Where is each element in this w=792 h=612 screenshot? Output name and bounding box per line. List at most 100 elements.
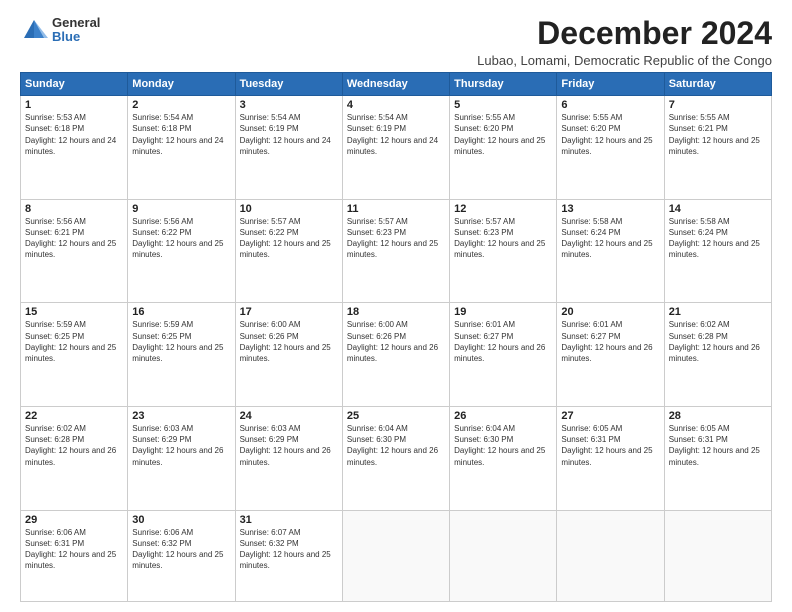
logo-icon <box>20 16 48 44</box>
day-info: Sunrise: 5:59 AM Sunset: 6:25 PM Dayligh… <box>25 319 123 364</box>
table-row: 19 Sunrise: 6:01 AM Sunset: 6:27 PM Dayl… <box>450 303 557 407</box>
day-number: 14 <box>669 203 767 215</box>
month-title: December 2024 <box>477 16 772 51</box>
day-info: Sunrise: 6:06 AM Sunset: 6:31 PM Dayligh… <box>25 527 123 572</box>
table-row: 11 Sunrise: 5:57 AM Sunset: 6:23 PM Dayl… <box>342 199 449 303</box>
calendar-table: Sunday Monday Tuesday Wednesday Thursday… <box>20 72 772 602</box>
calendar-header-row: Sunday Monday Tuesday Wednesday Thursday… <box>21 73 772 96</box>
calendar-row: 29 Sunrise: 6:06 AM Sunset: 6:31 PM Dayl… <box>21 510 772 601</box>
logo-blue: Blue <box>52 30 100 44</box>
day-number: 4 <box>347 99 445 111</box>
day-info: Sunrise: 6:02 AM Sunset: 6:28 PM Dayligh… <box>669 319 767 364</box>
table-row: 6 Sunrise: 5:55 AM Sunset: 6:20 PM Dayli… <box>557 96 664 200</box>
col-monday: Monday <box>128 73 235 96</box>
day-number: 1 <box>25 99 123 111</box>
table-row <box>557 510 664 601</box>
col-friday: Friday <box>557 73 664 96</box>
col-wednesday: Wednesday <box>342 73 449 96</box>
table-row: 16 Sunrise: 5:59 AM Sunset: 6:25 PM Dayl… <box>128 303 235 407</box>
day-number: 22 <box>25 410 123 422</box>
day-info: Sunrise: 6:05 AM Sunset: 6:31 PM Dayligh… <box>669 423 767 468</box>
day-info: Sunrise: 5:56 AM Sunset: 6:21 PM Dayligh… <box>25 216 123 261</box>
table-row: 23 Sunrise: 6:03 AM Sunset: 6:29 PM Dayl… <box>128 406 235 510</box>
day-number: 2 <box>132 99 230 111</box>
table-row: 29 Sunrise: 6:06 AM Sunset: 6:31 PM Dayl… <box>21 510 128 601</box>
table-row: 7 Sunrise: 5:55 AM Sunset: 6:21 PM Dayli… <box>664 96 771 200</box>
day-info: Sunrise: 6:01 AM Sunset: 6:27 PM Dayligh… <box>454 319 552 364</box>
day-info: Sunrise: 5:56 AM Sunset: 6:22 PM Dayligh… <box>132 216 230 261</box>
day-number: 25 <box>347 410 445 422</box>
day-info: Sunrise: 5:59 AM Sunset: 6:25 PM Dayligh… <box>132 319 230 364</box>
day-number: 30 <box>132 514 230 526</box>
table-row: 20 Sunrise: 6:01 AM Sunset: 6:27 PM Dayl… <box>557 303 664 407</box>
day-info: Sunrise: 6:02 AM Sunset: 6:28 PM Dayligh… <box>25 423 123 468</box>
logo-text: General Blue <box>52 16 100 45</box>
day-number: 5 <box>454 99 552 111</box>
day-number: 15 <box>25 306 123 318</box>
table-row: 1 Sunrise: 5:53 AM Sunset: 6:18 PM Dayli… <box>21 96 128 200</box>
day-number: 23 <box>132 410 230 422</box>
table-row: 12 Sunrise: 5:57 AM Sunset: 6:23 PM Dayl… <box>450 199 557 303</box>
day-info: Sunrise: 5:58 AM Sunset: 6:24 PM Dayligh… <box>669 216 767 261</box>
table-row: 17 Sunrise: 6:00 AM Sunset: 6:26 PM Dayl… <box>235 303 342 407</box>
logo-general: General <box>52 16 100 30</box>
day-number: 19 <box>454 306 552 318</box>
day-info: Sunrise: 5:57 AM Sunset: 6:23 PM Dayligh… <box>454 216 552 261</box>
table-row: 30 Sunrise: 6:06 AM Sunset: 6:32 PM Dayl… <box>128 510 235 601</box>
table-row <box>342 510 449 601</box>
table-row: 21 Sunrise: 6:02 AM Sunset: 6:28 PM Dayl… <box>664 303 771 407</box>
day-number: 7 <box>669 99 767 111</box>
day-number: 8 <box>25 203 123 215</box>
day-number: 21 <box>669 306 767 318</box>
table-row: 18 Sunrise: 6:00 AM Sunset: 6:26 PM Dayl… <box>342 303 449 407</box>
day-number: 27 <box>561 410 659 422</box>
day-number: 11 <box>347 203 445 215</box>
day-info: Sunrise: 6:00 AM Sunset: 6:26 PM Dayligh… <box>347 319 445 364</box>
day-info: Sunrise: 5:54 AM Sunset: 6:19 PM Dayligh… <box>347 112 445 157</box>
day-number: 16 <box>132 306 230 318</box>
day-number: 31 <box>240 514 338 526</box>
table-row: 28 Sunrise: 6:05 AM Sunset: 6:31 PM Dayl… <box>664 406 771 510</box>
table-row: 15 Sunrise: 5:59 AM Sunset: 6:25 PM Dayl… <box>21 303 128 407</box>
page: General Blue December 2024 Lubao, Lomami… <box>0 0 792 612</box>
title-block: December 2024 Lubao, Lomami, Democratic … <box>477 16 772 68</box>
table-row: 3 Sunrise: 5:54 AM Sunset: 6:19 PM Dayli… <box>235 96 342 200</box>
day-info: Sunrise: 6:00 AM Sunset: 6:26 PM Dayligh… <box>240 319 338 364</box>
table-row: 10 Sunrise: 5:57 AM Sunset: 6:22 PM Dayl… <box>235 199 342 303</box>
day-number: 20 <box>561 306 659 318</box>
day-number: 18 <box>347 306 445 318</box>
subtitle: Lubao, Lomami, Democratic Republic of th… <box>477 53 772 68</box>
day-info: Sunrise: 5:57 AM Sunset: 6:23 PM Dayligh… <box>347 216 445 261</box>
day-info: Sunrise: 6:01 AM Sunset: 6:27 PM Dayligh… <box>561 319 659 364</box>
calendar-row: 15 Sunrise: 5:59 AM Sunset: 6:25 PM Dayl… <box>21 303 772 407</box>
logo: General Blue <box>20 16 100 45</box>
day-info: Sunrise: 6:05 AM Sunset: 6:31 PM Dayligh… <box>561 423 659 468</box>
calendar-row: 22 Sunrise: 6:02 AM Sunset: 6:28 PM Dayl… <box>21 406 772 510</box>
day-info: Sunrise: 6:06 AM Sunset: 6:32 PM Dayligh… <box>132 527 230 572</box>
table-row: 24 Sunrise: 6:03 AM Sunset: 6:29 PM Dayl… <box>235 406 342 510</box>
table-row: 13 Sunrise: 5:58 AM Sunset: 6:24 PM Dayl… <box>557 199 664 303</box>
table-row: 5 Sunrise: 5:55 AM Sunset: 6:20 PM Dayli… <box>450 96 557 200</box>
table-row: 26 Sunrise: 6:04 AM Sunset: 6:30 PM Dayl… <box>450 406 557 510</box>
table-row: 22 Sunrise: 6:02 AM Sunset: 6:28 PM Dayl… <box>21 406 128 510</box>
day-number: 6 <box>561 99 659 111</box>
day-info: Sunrise: 6:04 AM Sunset: 6:30 PM Dayligh… <box>454 423 552 468</box>
table-row <box>450 510 557 601</box>
day-number: 9 <box>132 203 230 215</box>
day-number: 3 <box>240 99 338 111</box>
table-row: 2 Sunrise: 5:54 AM Sunset: 6:18 PM Dayli… <box>128 96 235 200</box>
table-row: 14 Sunrise: 5:58 AM Sunset: 6:24 PM Dayl… <box>664 199 771 303</box>
day-info: Sunrise: 5:55 AM Sunset: 6:21 PM Dayligh… <box>669 112 767 157</box>
day-number: 13 <box>561 203 659 215</box>
day-info: Sunrise: 6:03 AM Sunset: 6:29 PM Dayligh… <box>132 423 230 468</box>
day-number: 24 <box>240 410 338 422</box>
calendar-row: 8 Sunrise: 5:56 AM Sunset: 6:21 PM Dayli… <box>21 199 772 303</box>
header: General Blue December 2024 Lubao, Lomami… <box>20 16 772 68</box>
day-info: Sunrise: 5:55 AM Sunset: 6:20 PM Dayligh… <box>561 112 659 157</box>
calendar-row: 1 Sunrise: 5:53 AM Sunset: 6:18 PM Dayli… <box>21 96 772 200</box>
day-info: Sunrise: 5:54 AM Sunset: 6:18 PM Dayligh… <box>132 112 230 157</box>
table-row: 4 Sunrise: 5:54 AM Sunset: 6:19 PM Dayli… <box>342 96 449 200</box>
day-number: 12 <box>454 203 552 215</box>
table-row <box>664 510 771 601</box>
day-info: Sunrise: 5:58 AM Sunset: 6:24 PM Dayligh… <box>561 216 659 261</box>
